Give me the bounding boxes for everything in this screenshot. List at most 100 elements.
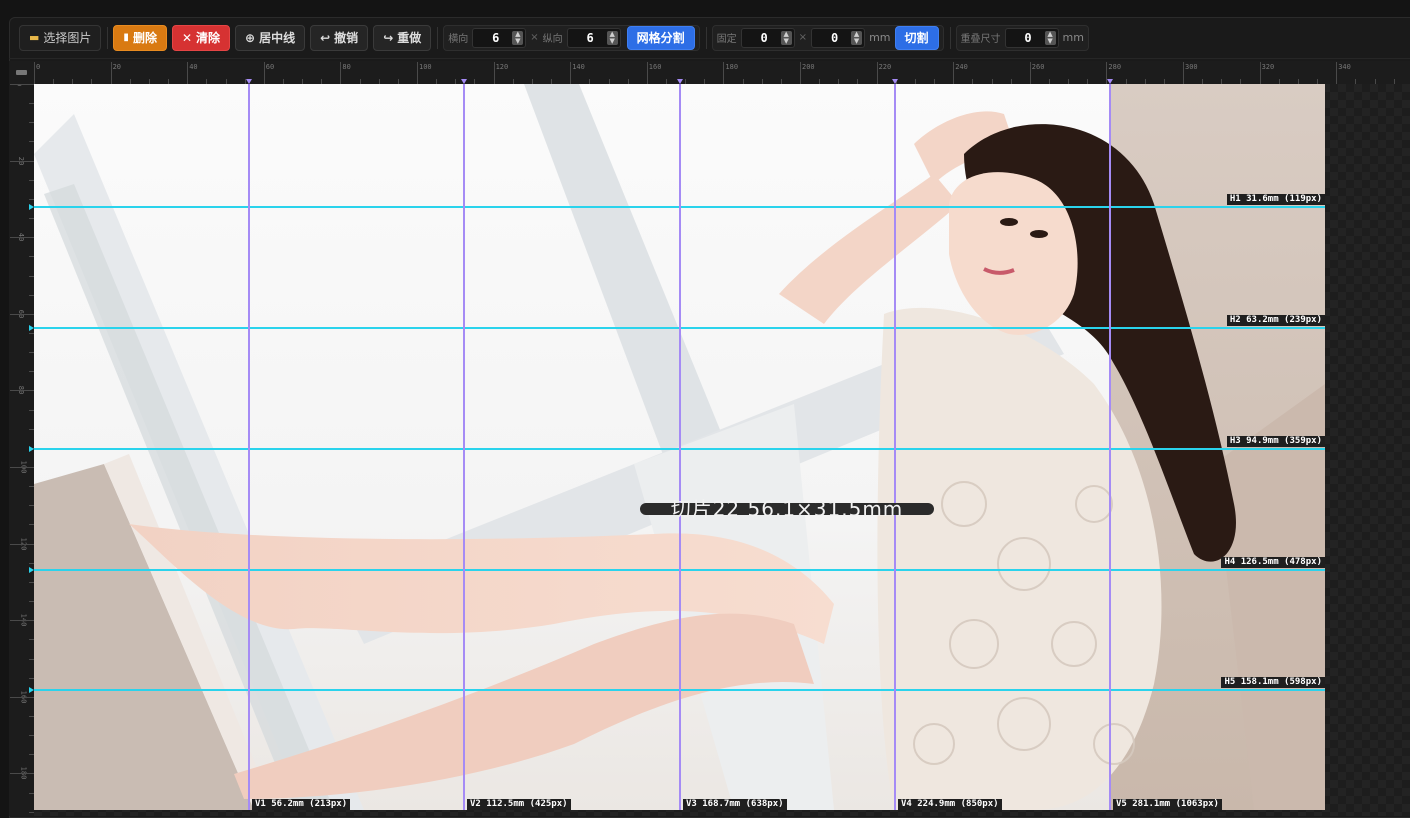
toolbar-separator bbox=[949, 26, 951, 49]
ruler-tick bbox=[10, 467, 34, 468]
vertical-guide-line[interactable] bbox=[1109, 84, 1111, 810]
ruler-top-tick-label: 320 bbox=[1261, 63, 1275, 71]
ruler-top-tick-label: 100 bbox=[419, 63, 432, 71]
undo-button[interactable]: ↩ 撤销 bbox=[310, 24, 369, 51]
ruler-tick bbox=[1259, 62, 1261, 84]
ruler-top-tick-label: 60 bbox=[265, 63, 275, 71]
vertical-guide-marker-icon[interactable] bbox=[1107, 79, 1113, 84]
vertical-guide-line[interactable] bbox=[248, 84, 250, 810]
ruler-top-tick-label: 80 bbox=[342, 63, 351, 71]
clear-label: 清除 bbox=[196, 31, 221, 45]
vertical-guide-label: V5 281.1mm (1063px) bbox=[1113, 799, 1222, 810]
ruler-top-tick-label: 240 bbox=[955, 63, 968, 71]
crosshair-icon: ⊕ bbox=[245, 30, 256, 45]
fixed-width-stepper[interactable]: 0 ▲ ▼ bbox=[740, 27, 795, 48]
vertical-guide-line[interactable] bbox=[463, 84, 465, 810]
vertical-count-stepper[interactable]: 6 ▲ ▼ bbox=[566, 27, 621, 48]
delete-button[interactable]: ▮ 删除 bbox=[113, 24, 167, 51]
cut-label: 切割 bbox=[904, 31, 929, 45]
ruler-tick bbox=[10, 773, 34, 775]
horizontal-count-stepper[interactable]: 6 ▲ ▼ bbox=[472, 27, 527, 48]
horizontal-guide-label: H2 63.2mm (239px) bbox=[1226, 315, 1325, 326]
ruler-tick bbox=[723, 62, 725, 84]
horizontal-guide-marker-icon[interactable] bbox=[29, 204, 34, 210]
vertical-guide-label: V2 112.5mm (425px) bbox=[467, 799, 571, 810]
vertical-guide-marker-icon[interactable] bbox=[461, 79, 467, 84]
ruler-tick bbox=[876, 62, 878, 84]
ruler-tick bbox=[340, 62, 342, 84]
ruler-top-tick-label: 140 bbox=[572, 63, 585, 71]
ruler-tick bbox=[10, 160, 34, 162]
redo-label: 重做 bbox=[397, 31, 422, 45]
toolbar-separator bbox=[437, 26, 439, 49]
center-line-button[interactable]: ⊕ 居中线 bbox=[235, 24, 306, 51]
vertical-guide-label: V1 56.2mm (213px) bbox=[252, 799, 351, 810]
ruler-toggle-icon[interactable] bbox=[16, 70, 27, 75]
fixed-width-value: 0 bbox=[760, 30, 768, 45]
select-image-label: 选择图片 bbox=[43, 31, 92, 45]
close-icon: ✕ bbox=[181, 30, 193, 45]
delete-label: 删除 bbox=[132, 31, 157, 45]
ruler-top-tick-label: 20 bbox=[112, 63, 122, 71]
ruler-tick bbox=[1029, 62, 1031, 84]
ruler-top-tick-label: 340 bbox=[1338, 63, 1351, 71]
horizontal-guide-label: H4 126.5mm (478px) bbox=[1221, 557, 1325, 568]
ruler-tick bbox=[1183, 62, 1184, 84]
ruler-top-tick-label: 280 bbox=[1108, 63, 1122, 71]
vertical-guide-label: V4 224.9mm (850px) bbox=[898, 799, 1002, 810]
cut-button[interactable]: 切割 bbox=[894, 25, 939, 50]
grid-split-button[interactable]: 网格分割 bbox=[626, 25, 695, 50]
grid-settings-group: 横向 6 ▲ ▼ × 纵向 6 ▲ ▼ 网格分割 bbox=[443, 24, 700, 51]
overlap-group: 重叠尺寸 0 ▲ ▼ mm bbox=[955, 24, 1089, 51]
clear-button[interactable]: ✕ 清除 bbox=[171, 24, 231, 51]
horizontal-count-value: 6 bbox=[492, 30, 500, 45]
vertical-guide-marker-icon[interactable] bbox=[892, 79, 898, 84]
vertical-guide-marker-icon[interactable] bbox=[246, 79, 252, 84]
horizontal-guide-marker-icon[interactable] bbox=[29, 567, 34, 573]
vertical-guide-line[interactable] bbox=[894, 84, 896, 810]
ruler-top-tick-label: 200 bbox=[802, 63, 815, 71]
center-line-label: 居中线 bbox=[259, 31, 296, 45]
ruler-tick bbox=[570, 62, 572, 84]
ruler-tick bbox=[10, 313, 34, 315]
stepper-arrows-icon[interactable]: ▲ ▼ bbox=[1044, 30, 1056, 45]
stepper-arrows-icon[interactable]: ▲ ▼ bbox=[512, 30, 524, 45]
ruler-corner bbox=[9, 61, 34, 84]
overlap-value: 0 bbox=[1024, 30, 1032, 45]
ruler-tick bbox=[493, 62, 495, 84]
stepper-arrows-icon[interactable]: ▲ ▼ bbox=[606, 30, 618, 45]
redo-button[interactable]: ↪ 重做 bbox=[373, 24, 432, 51]
overlap-label: 重叠尺寸 bbox=[960, 34, 1001, 45]
horizontal-guide-label: H1 31.6mm (119px) bbox=[1226, 194, 1325, 205]
undo-icon: ↩ bbox=[320, 30, 331, 45]
vertical-count-value: 6 bbox=[586, 30, 594, 45]
overlap-stepper[interactable]: 0 ▲ ▼ bbox=[1004, 27, 1059, 48]
ruler-tick bbox=[953, 62, 955, 84]
horizontal-guide-marker-icon[interactable] bbox=[29, 446, 34, 452]
redo-icon: ↪ bbox=[383, 30, 394, 45]
trash-icon: ▮ bbox=[123, 32, 129, 43]
grid-split-label: 网格分割 bbox=[636, 31, 685, 45]
slice-size-label: 切片22 56.1×31.5mm bbox=[640, 499, 934, 519]
stepper-arrows-icon[interactable]: ▲ ▼ bbox=[780, 30, 792, 45]
select-image-button[interactable]: ▬ 选择图片 bbox=[19, 24, 102, 51]
ruler-top-tick-label: 40 bbox=[189, 63, 198, 71]
vertical-guide-marker-icon[interactable] bbox=[677, 79, 683, 84]
ruler-tick bbox=[10, 620, 34, 622]
top-ruler[interactable]: 0 20 40 60 80 100 120 140 160 180 200 220 240 260 280 3… bbox=[34, 61, 1410, 84]
ruler-tick bbox=[10, 543, 34, 545]
horizontal-guide-marker-icon[interactable] bbox=[29, 325, 34, 331]
horizontal-guide-marker-icon[interactable] bbox=[29, 687, 34, 693]
stepper-arrows-icon[interactable]: ▲ ▼ bbox=[851, 30, 863, 45]
horizontal-guide-label: H5 158.1mm (598px) bbox=[1221, 677, 1325, 688]
toolbar: ▬ 选择图片 ▮ 删除 ✕ 清除 ⊕ 居中线 ↩ 撤销 ↪ 重做 横向 6 ▲ ▼… bbox=[9, 17, 1410, 59]
fixed-label: 固定 bbox=[716, 34, 737, 45]
toolbar-separator bbox=[705, 26, 707, 49]
times-sign: × bbox=[530, 32, 539, 43]
ruler-tick bbox=[10, 390, 34, 392]
times-sign: × bbox=[798, 32, 808, 43]
vertical-guide-line[interactable] bbox=[679, 84, 681, 810]
fixed-height-stepper[interactable]: 0 ▲ ▼ bbox=[811, 27, 866, 48]
ruler-tick bbox=[10, 237, 34, 239]
ruler-tick bbox=[10, 84, 34, 85]
